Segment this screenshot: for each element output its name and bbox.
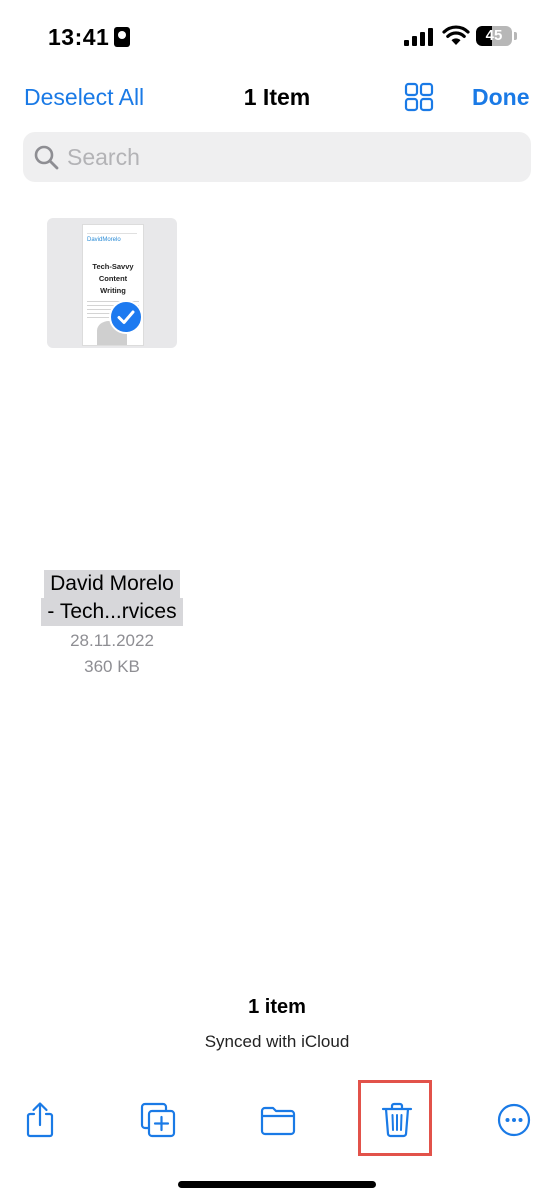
cellular-signal-icon — [404, 28, 433, 46]
grid-view-icon[interactable] — [404, 82, 434, 112]
file-date: 28.11.2022 — [70, 631, 154, 650]
duplicate-icon — [140, 1102, 176, 1138]
folder-icon — [260, 1106, 296, 1136]
status-time: 13:41 — [48, 24, 110, 50]
item-count: 1 item — [248, 996, 306, 1018]
share-button[interactable] — [20, 1100, 60, 1140]
done-button[interactable]: Done — [472, 84, 530, 111]
status-bar: 13:41 45 — [0, 0, 554, 76]
preview-heading: Tech-Savvy Content Writing — [92, 262, 134, 295]
search-input[interactable] — [67, 132, 507, 182]
sync-status: Synced with iCloud — [204, 1032, 350, 1051]
search-bar[interactable] — [23, 132, 531, 182]
file-thumbnail[interactable]: DavidMorelo Tech-Savvy Content Writing — [47, 218, 177, 348]
wifi-icon — [442, 25, 470, 45]
trash-icon — [381, 1102, 413, 1138]
battery-tip — [514, 32, 517, 40]
delete-button[interactable] — [377, 1100, 417, 1140]
page-title: 1 Item — [243, 84, 311, 110]
file-name-line-1: David Morelo — [44, 570, 180, 598]
file-name: David Morelo - Tech...rvices — [36, 570, 188, 626]
duplicate-button[interactable] — [138, 1100, 178, 1140]
file-name-line-2: - Tech...rvices — [41, 598, 183, 626]
file-size: 360 KB — [84, 657, 140, 676]
home-indicator[interactable] — [178, 1181, 376, 1188]
search-icon — [34, 145, 59, 170]
focus-mode-icon — [114, 27, 130, 47]
battery-indicator: 45 — [476, 26, 512, 46]
more-button[interactable] — [494, 1100, 534, 1140]
share-icon — [26, 1102, 54, 1138]
preview-divider — [87, 233, 137, 234]
selected-checkmark-icon[interactable] — [109, 300, 143, 334]
preview-logo: DavidMorelo — [87, 237, 121, 243]
battery-level: 45 — [485, 27, 503, 44]
more-icon — [497, 1103, 531, 1137]
move-to-folder-button[interactable] — [258, 1100, 298, 1140]
